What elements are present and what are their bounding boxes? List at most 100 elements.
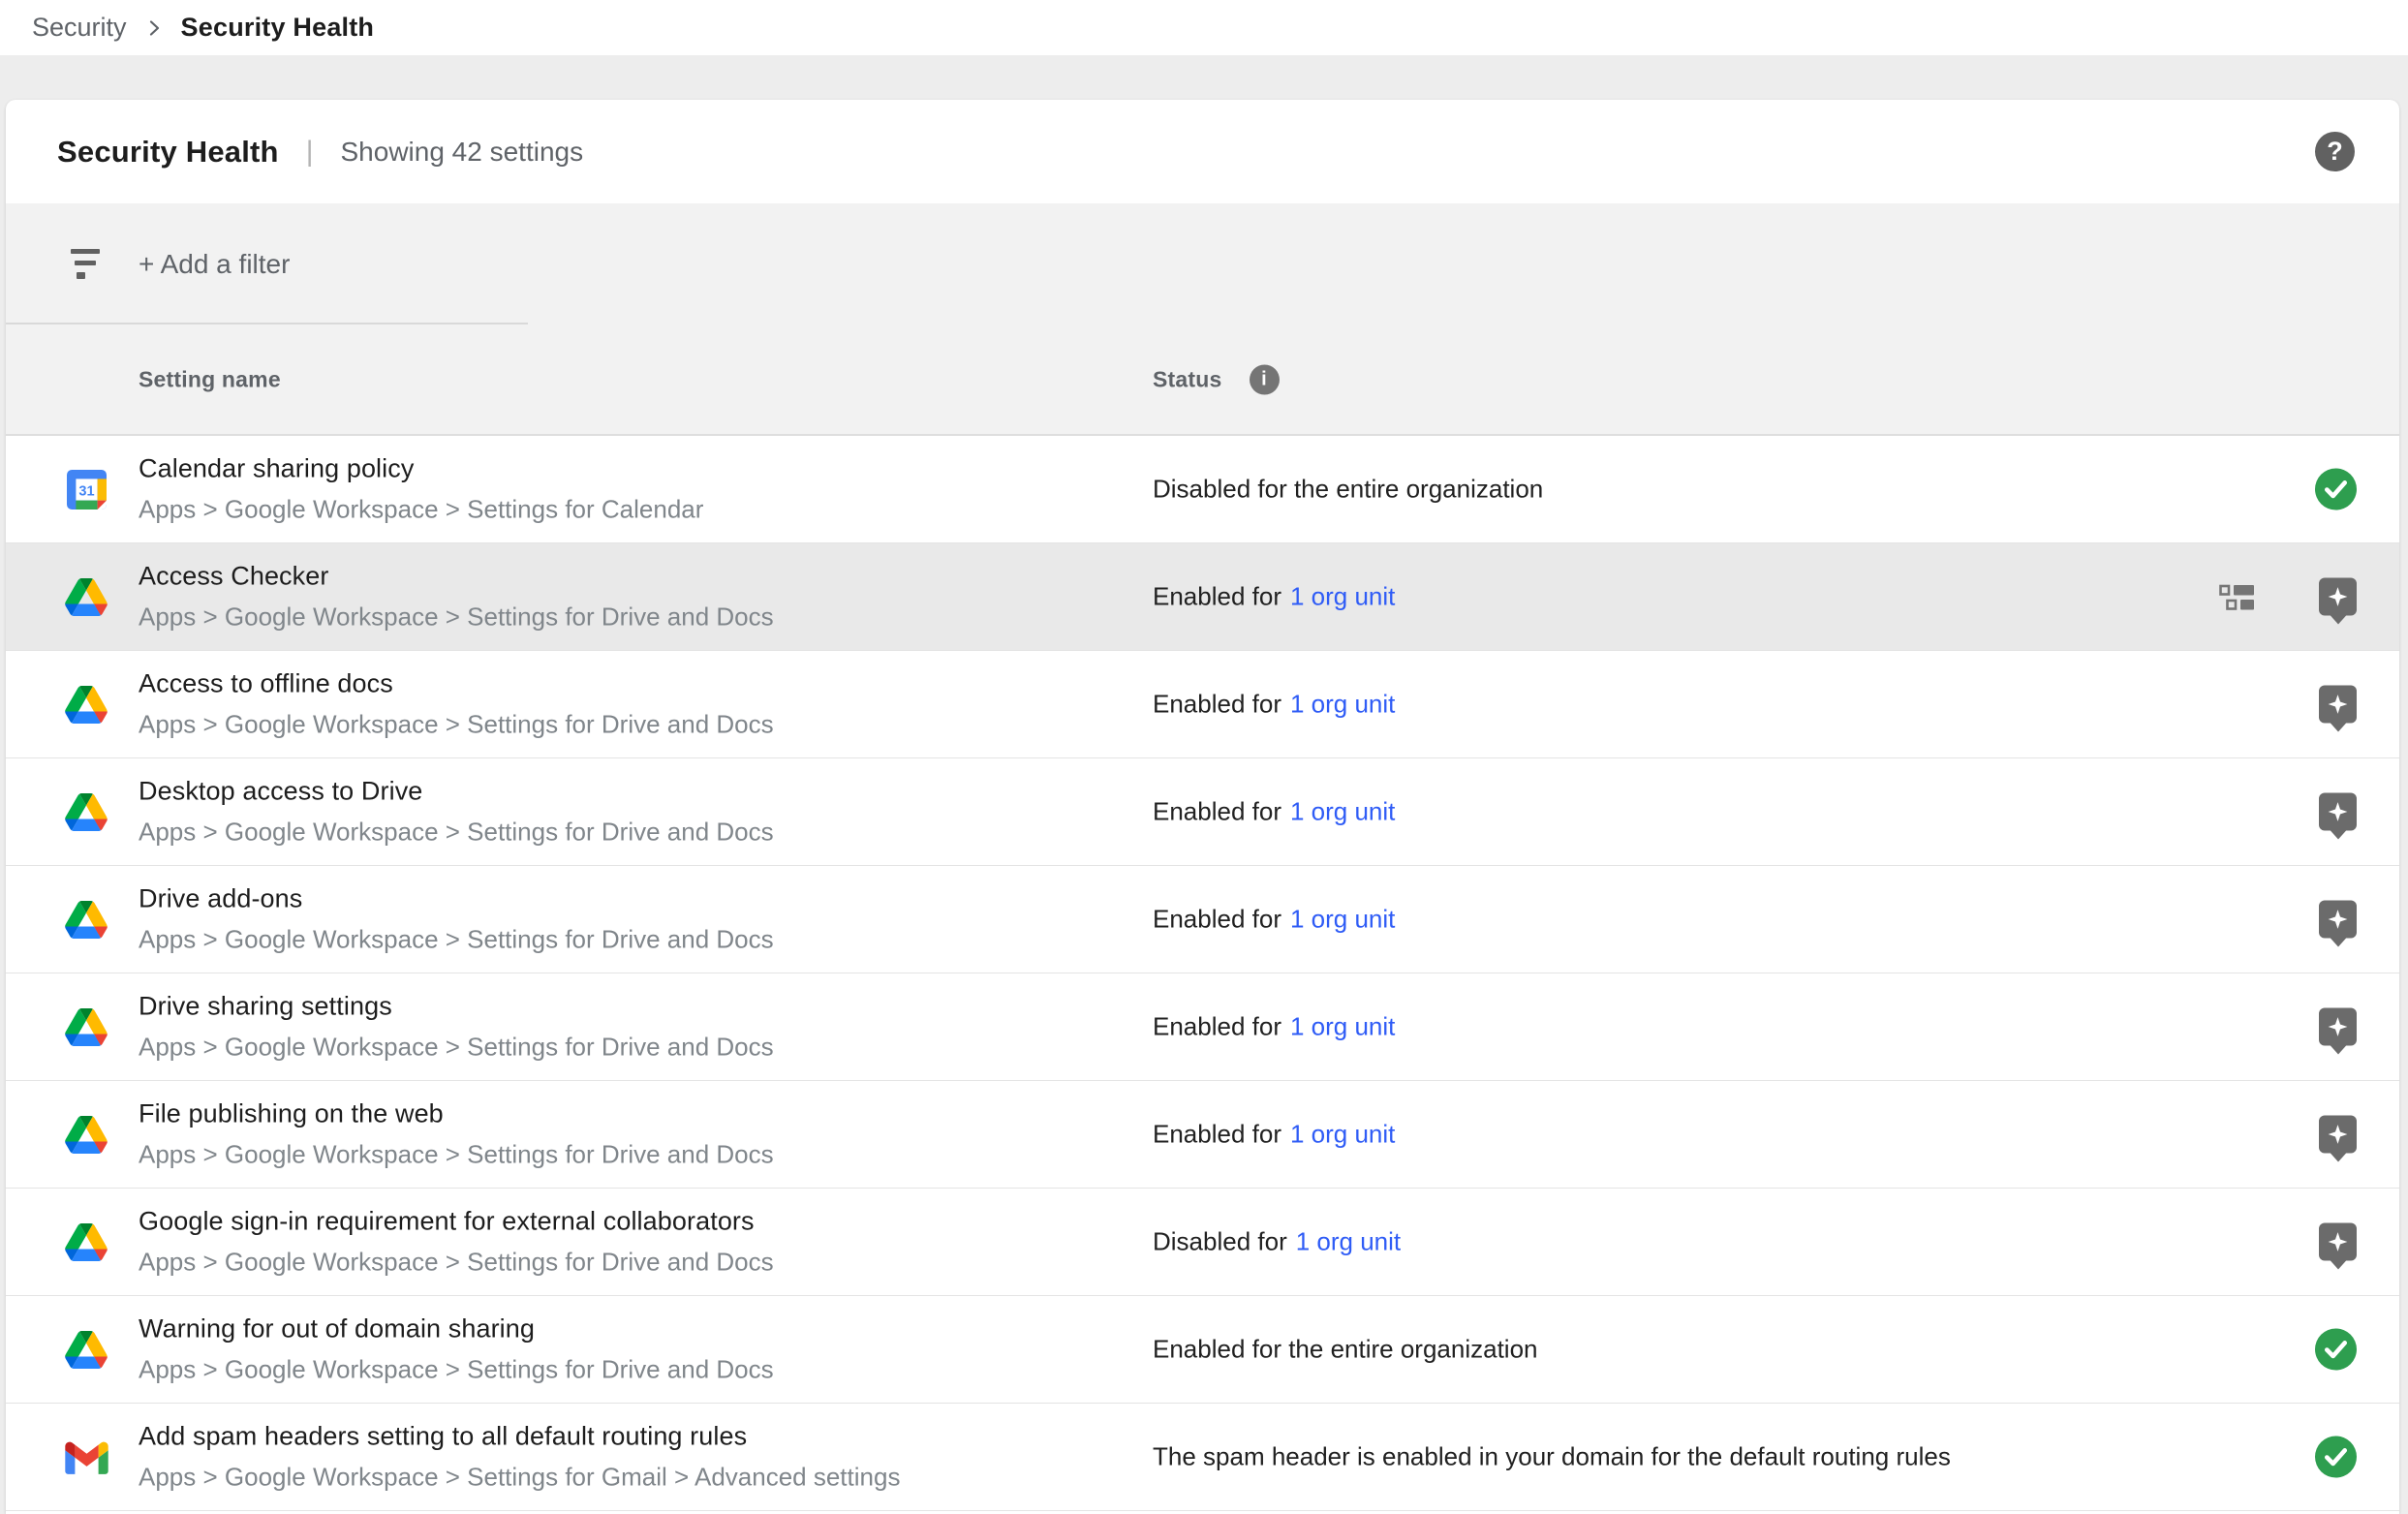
add-filter-button[interactable]: + Add a filter	[139, 249, 290, 280]
drive-app-icon	[64, 682, 108, 726]
setting-title: Add spam headers setting to all default …	[139, 1422, 900, 1452]
setting-breadcrumb-path: Apps > Google Workspace > Settings for D…	[139, 1355, 774, 1385]
svg-text:31: 31	[78, 483, 94, 499]
setting-cell: Google sign-in requirement for external …	[139, 1207, 774, 1278]
setting-cell: Access to offline docs Apps > Google Wor…	[139, 669, 774, 740]
row-trailing-icons	[2315, 1329, 2357, 1371]
trailing-slot	[2319, 793, 2357, 831]
table-row[interactable]: Warning for out of domain sharing Apps >…	[6, 1296, 2399, 1404]
org-unit-link[interactable]: 1 org unit	[1290, 690, 1395, 720]
google-drive-icon	[65, 901, 108, 939]
recommendation-badge-icon[interactable]	[2319, 578, 2357, 616]
table-row[interactable]: 31 Calendar sharing policy Apps > Google…	[6, 436, 2399, 543]
google-drive-icon	[65, 1008, 108, 1046]
title-separator: |	[306, 136, 314, 169]
trailing-slot	[2319, 686, 2357, 724]
status-cell: Enabled for 1 org unit	[1153, 582, 1395, 612]
status-cell: Enabled for the entire organization	[1153, 1335, 1538, 1365]
status-text: Disabled for	[1153, 1227, 1287, 1257]
org-unit-link[interactable]: 1 org unit	[1296, 1227, 1401, 1257]
status-cell: Enabled for 1 org unit	[1153, 797, 1395, 827]
google-drive-icon	[65, 1116, 108, 1154]
setting-title: Warning for out of domain sharing	[139, 1314, 774, 1344]
setting-title: Access Checker	[139, 562, 774, 592]
setting-breadcrumb-path: Apps > Google Workspace > Settings for D…	[139, 818, 774, 848]
trailing-slot	[2319, 578, 2357, 616]
setting-title: Calendar sharing policy	[139, 454, 703, 484]
setting-cell: Warning for out of domain sharing Apps >…	[139, 1314, 774, 1385]
table-row[interactable]: Access Checker Apps > Google Workspace >…	[6, 543, 2399, 651]
breadcrumb: Security Security Health	[0, 0, 2408, 55]
setting-cell: Access Checker Apps > Google Workspace >…	[139, 562, 774, 633]
help-icon[interactable]: ?	[2315, 132, 2355, 171]
table-row[interactable]: Drive add-ons Apps > Google Workspace > …	[6, 866, 2399, 973]
row-trailing-icons	[2319, 901, 2357, 939]
org-units-icon[interactable]	[2219, 582, 2255, 611]
drive-app-icon	[64, 574, 108, 619]
setting-breadcrumb-path: Apps > Google Workspace > Settings for D…	[139, 1248, 774, 1278]
recommendation-badge-icon[interactable]	[2319, 1116, 2357, 1154]
setting-title: File publishing on the web	[139, 1099, 774, 1129]
setting-breadcrumb-path: Apps > Google Workspace > Settings for D…	[139, 603, 774, 633]
setting-breadcrumb-path: Apps > Google Workspace > Settings for C…	[139, 495, 703, 525]
status-ok-icon	[2315, 469, 2357, 510]
recommendation-badge-icon[interactable]	[2319, 901, 2357, 939]
status-text: Enabled for	[1153, 690, 1281, 720]
drive-app-icon	[64, 1220, 108, 1264]
table-row[interactable]: Google sign-in requirement for external …	[6, 1189, 2399, 1296]
setting-cell: Drive add-ons Apps > Google Workspace > …	[139, 884, 774, 955]
trailing-slot	[2319, 1223, 2357, 1261]
gmail-icon	[65, 1440, 108, 1474]
security-health-card: Security Health | Showing 42 settings ? …	[6, 100, 2399, 1514]
gmail-app-icon	[64, 1435, 108, 1479]
setting-cell: Calendar sharing policy Apps > Google Wo…	[139, 454, 703, 525]
google-calendar-icon: 31	[67, 470, 107, 510]
org-unit-link[interactable]: 1 org unit	[1290, 1120, 1395, 1150]
org-unit-link[interactable]: 1 org unit	[1290, 797, 1395, 827]
table-row[interactable]: Add spam headers setting to all default …	[6, 1404, 2399, 1511]
status-text: Enabled for	[1153, 797, 1281, 827]
table-row[interactable]: Drive sharing settings Apps > Google Wor…	[6, 973, 2399, 1081]
status-cell: Enabled for 1 org unit	[1153, 905, 1395, 935]
setting-title: Access to offline docs	[139, 669, 774, 699]
org-unit-link[interactable]: 1 org unit	[1290, 1012, 1395, 1042]
recommendation-badge-icon[interactable]	[2319, 1223, 2357, 1261]
recommendation-badge-icon[interactable]	[2319, 793, 2357, 831]
settings-list: 31 Calendar sharing policy Apps > Google…	[6, 436, 2399, 1511]
org-unit-link[interactable]: 1 org unit	[1290, 582, 1395, 612]
org-unit-link[interactable]: 1 org unit	[1290, 905, 1395, 935]
drive-app-icon	[64, 789, 108, 834]
status-text: The spam header is enabled in your domai…	[1153, 1442, 1951, 1472]
status-text: Disabled for the entire organization	[1153, 475, 1543, 505]
recommendation-badge-icon[interactable]	[2319, 1008, 2357, 1046]
setting-breadcrumb-path: Apps > Google Workspace > Settings for G…	[139, 1463, 900, 1493]
status-cell: Enabled for 1 org unit	[1153, 690, 1395, 720]
breadcrumb-parent[interactable]: Security	[32, 13, 127, 43]
setting-cell: File publishing on the web Apps > Google…	[139, 1099, 774, 1170]
table-row[interactable]: File publishing on the web Apps > Google…	[6, 1081, 2399, 1189]
setting-cell: Desktop access to Drive Apps > Google Wo…	[139, 777, 774, 848]
trailing-slot	[2319, 901, 2357, 939]
card-header: Security Health | Showing 42 settings ?	[6, 100, 2399, 203]
row-trailing-icons	[2319, 1116, 2357, 1154]
drive-app-icon	[64, 1327, 108, 1372]
drive-app-icon	[64, 1112, 108, 1157]
column-header-setting-name: Setting name	[139, 366, 281, 392]
chevron-right-icon	[142, 16, 166, 40]
row-trailing-icons	[2319, 1223, 2357, 1261]
table-row[interactable]: Access to offline docs Apps > Google Wor…	[6, 651, 2399, 758]
setting-cell: Drive sharing settings Apps > Google Wor…	[139, 992, 774, 1063]
status-text: Enabled for	[1153, 905, 1281, 935]
status-cell: Disabled for 1 org unit	[1153, 1227, 1401, 1257]
recommendation-badge-icon[interactable]	[2319, 686, 2357, 724]
setting-cell: Add spam headers setting to all default …	[139, 1422, 900, 1493]
org-icon-slot	[2219, 582, 2255, 611]
google-drive-icon	[65, 686, 108, 724]
info-icon[interactable]: i	[1250, 364, 1280, 394]
column-header-status: Status i	[1153, 364, 1280, 394]
table-header: Setting name Status i	[6, 324, 2399, 436]
table-row[interactable]: Desktop access to Drive Apps > Google Wo…	[6, 758, 2399, 866]
setting-breadcrumb-path: Apps > Google Workspace > Settings for D…	[139, 1140, 774, 1170]
row-trailing-icons	[2319, 686, 2357, 724]
filter-icon[interactable]	[66, 249, 105, 279]
